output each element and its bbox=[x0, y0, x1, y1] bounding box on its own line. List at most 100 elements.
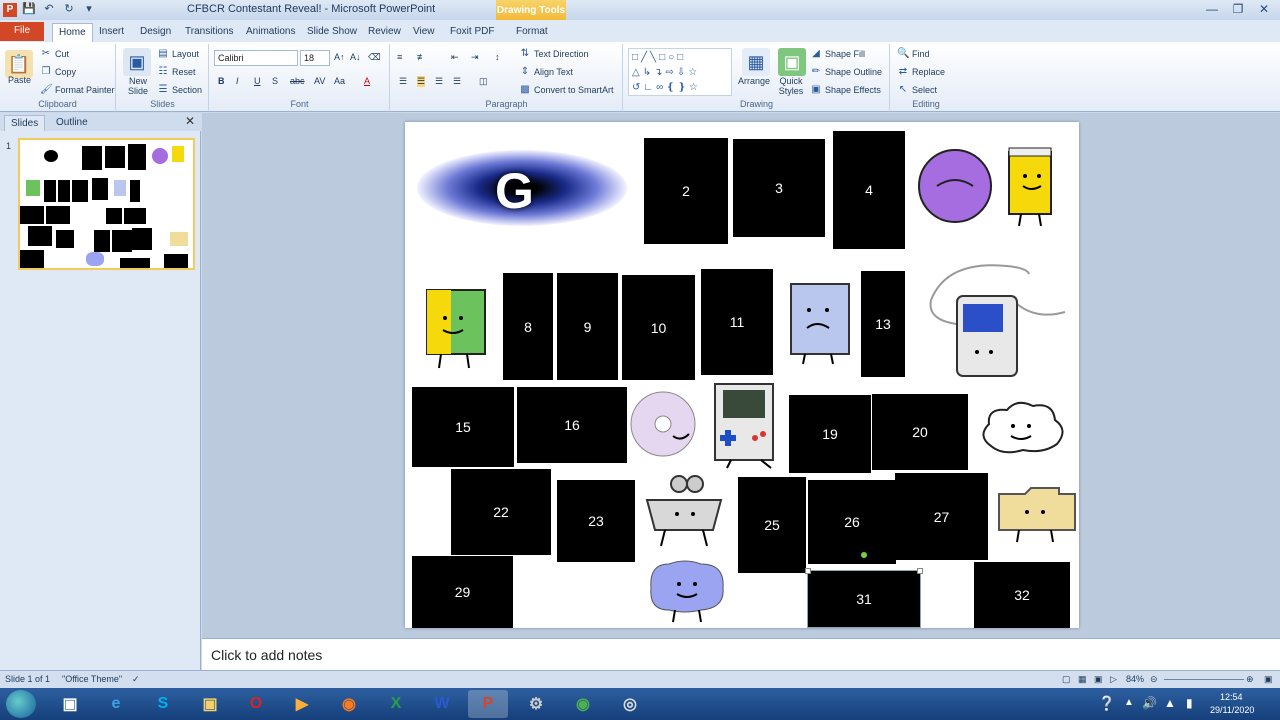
theme-name[interactable]: "Office Theme" bbox=[62, 674, 122, 684]
tab-slides[interactable]: Slides bbox=[4, 115, 46, 131]
save-icon[interactable]: 💾 bbox=[22, 2, 36, 16]
redo-icon[interactable]: ↻ bbox=[62, 2, 76, 16]
shape-outline-button[interactable]: ✏ Shape Outline bbox=[810, 66, 882, 78]
cloud-character[interactable] bbox=[973, 396, 1071, 462]
shadow-icon[interactable]: S bbox=[272, 76, 278, 86]
taskbar-app-blue-icon[interactable]: ▣ bbox=[50, 690, 90, 718]
strikethrough-icon[interactable]: abc bbox=[290, 76, 305, 86]
taskbar-excel-icon[interactable]: X bbox=[376, 690, 416, 718]
contestant-box-4[interactable]: 4 bbox=[833, 131, 905, 249]
arrange-button[interactable]: Arrange bbox=[738, 76, 770, 86]
align-center-icon[interactable]: ☰ bbox=[417, 76, 426, 87]
decrease-indent-icon[interactable]: ⇤ bbox=[451, 52, 459, 63]
char-spacing-icon[interactable]: AV bbox=[314, 76, 325, 86]
taskbar-powerpoint-icon[interactable]: P bbox=[468, 690, 508, 718]
contestant-box-19[interactable]: 19 bbox=[789, 395, 871, 473]
clock-date[interactable]: 29/11/2020 bbox=[1210, 705, 1254, 715]
tab-home[interactable]: Home bbox=[52, 23, 93, 42]
taskbar-chrome-icon[interactable]: ◉ bbox=[563, 690, 603, 718]
resize-handle[interactable] bbox=[917, 568, 923, 574]
taskbar-folder-icon[interactable]: ▣ bbox=[190, 690, 230, 718]
contestant-box-25[interactable]: 25 bbox=[738, 477, 806, 573]
book-character[interactable] bbox=[415, 282, 497, 372]
change-case-icon[interactable]: Aa bbox=[334, 76, 345, 86]
contestant-box-16[interactable]: 16 bbox=[517, 387, 627, 463]
restore-icon[interactable]: ❐ bbox=[1226, 1, 1250, 17]
quick-styles-button[interactable]: Quick Styles bbox=[776, 76, 806, 96]
taskbar-skype-icon[interactable]: S bbox=[143, 690, 183, 718]
contestant-box-23[interactable]: 23 bbox=[557, 480, 635, 562]
tab-animations[interactable]: Animations bbox=[240, 23, 301, 42]
music-player-character[interactable] bbox=[917, 260, 1072, 388]
align-text-button[interactable]: ⇕ Align Text bbox=[519, 66, 573, 78]
taskbar-opera-icon[interactable]: O bbox=[236, 690, 276, 718]
shrink-font-icon[interactable]: A↓ bbox=[350, 52, 361, 62]
folder-character[interactable] bbox=[995, 480, 1079, 546]
clock-time[interactable]: 12:54 bbox=[1220, 692, 1243, 702]
notepad-character[interactable] bbox=[1003, 146, 1063, 230]
slide-sorter-icon[interactable]: ▦ bbox=[1078, 674, 1087, 685]
tab-transitions[interactable]: Transitions bbox=[179, 23, 240, 42]
resize-handle[interactable] bbox=[805, 568, 811, 574]
contestant-box-15[interactable]: 15 bbox=[412, 387, 514, 467]
show-hidden-icon[interactable]: ▲ bbox=[1124, 697, 1134, 708]
new-slide-button[interactable]: New Slide bbox=[121, 76, 155, 96]
italic-icon[interactable]: I bbox=[236, 76, 239, 86]
contestant-box-22[interactable]: 22 bbox=[451, 469, 551, 555]
find-button[interactable]: 🔍 Find bbox=[897, 48, 930, 60]
volume-icon[interactable]: 🔊 bbox=[1142, 696, 1157, 710]
contestant-box-8[interactable]: 8 bbox=[503, 273, 553, 380]
contestant-box-10[interactable]: 10 bbox=[622, 275, 695, 380]
contestant-box-32[interactable]: 32 bbox=[974, 562, 1070, 628]
cut-button[interactable]: ✂ Cut bbox=[40, 48, 69, 60]
minimize-icon[interactable]: — bbox=[1200, 1, 1224, 17]
numbering-icon[interactable]: ≢ bbox=[417, 52, 426, 62]
quick-styles-icon[interactable]: ▣ bbox=[778, 48, 806, 76]
taskbar-media-icon[interactable]: ▶ bbox=[282, 690, 322, 718]
arrange-icon[interactable]: ▦ bbox=[742, 48, 770, 76]
purple-blob-character[interactable] bbox=[915, 146, 995, 226]
tab-slide-show[interactable]: Slide Show bbox=[301, 23, 363, 42]
rotate-handle[interactable] bbox=[861, 552, 867, 558]
tab-foxit-pdf[interactable]: Foxit PDF bbox=[444, 23, 500, 42]
contestant-box-3[interactable]: 3 bbox=[733, 139, 825, 237]
paste-button[interactable]: Paste bbox=[8, 75, 31, 85]
layout-button[interactable]: ▤ Layout bbox=[157, 48, 199, 60]
tab-file[interactable]: File bbox=[0, 22, 44, 41]
contestant-box-29[interactable]: 29 bbox=[412, 556, 513, 628]
increase-indent-icon[interactable]: ⇥ bbox=[471, 52, 479, 63]
section-button[interactable]: ☰ Section bbox=[157, 84, 203, 96]
taskbar-firefox-icon[interactable]: ◉ bbox=[329, 690, 369, 718]
help-icon[interactable]: ❔ bbox=[1098, 695, 1115, 712]
align-right-icon[interactable]: ☰ bbox=[435, 76, 443, 87]
paste-icon[interactable]: 📋 bbox=[5, 50, 33, 78]
normal-view-icon[interactable]: ▢ bbox=[1062, 674, 1071, 685]
fit-slide-icon[interactable]: ▣ bbox=[1264, 674, 1273, 685]
reading-view-icon[interactable]: ▣ bbox=[1094, 674, 1103, 685]
reset-button[interactable]: ☷ Reset bbox=[157, 66, 196, 78]
customize-qat-icon[interactable]: ▾ bbox=[82, 2, 96, 16]
projector-character[interactable] bbox=[637, 474, 733, 550]
zoom-slider[interactable] bbox=[1164, 679, 1244, 680]
network-icon[interactable]: ▲ bbox=[1164, 696, 1176, 710]
font-size-select[interactable]: 18 bbox=[300, 50, 330, 66]
taskbar-word-icon[interactable]: W bbox=[422, 690, 462, 718]
undo-icon[interactable]: ↶ bbox=[42, 2, 56, 16]
contestant-box-27[interactable]: 27 bbox=[895, 473, 988, 560]
grow-font-icon[interactable]: A↑ bbox=[334, 52, 345, 62]
font-family-select[interactable]: Calibri bbox=[214, 50, 298, 66]
taskbar-ie-icon[interactable]: e bbox=[96, 690, 136, 718]
start-button[interactable] bbox=[6, 690, 36, 718]
zoom-level[interactable]: 84% bbox=[1126, 674, 1144, 684]
bullets-icon[interactable]: ≡ bbox=[397, 52, 402, 62]
tab-format[interactable]: Format bbox=[510, 23, 554, 42]
tab-view[interactable]: View bbox=[407, 23, 441, 42]
new-slide-icon[interactable]: ▣ bbox=[123, 48, 151, 76]
zoom-out-icon[interactable]: ⊝ bbox=[1150, 674, 1158, 685]
shapes-gallery[interactable]: □╱╲□○□ △↳↴⇨⇩☆ ↺∟∞❴❵☆ bbox=[628, 48, 732, 96]
justify-icon[interactable]: ☰ bbox=[453, 76, 461, 87]
bold-icon[interactable]: B bbox=[218, 76, 225, 86]
contestant-box-9[interactable]: 9 bbox=[557, 273, 618, 380]
copy-button[interactable]: ❐ Copy bbox=[40, 66, 77, 78]
contestant-box-13[interactable]: 13 bbox=[861, 271, 905, 377]
